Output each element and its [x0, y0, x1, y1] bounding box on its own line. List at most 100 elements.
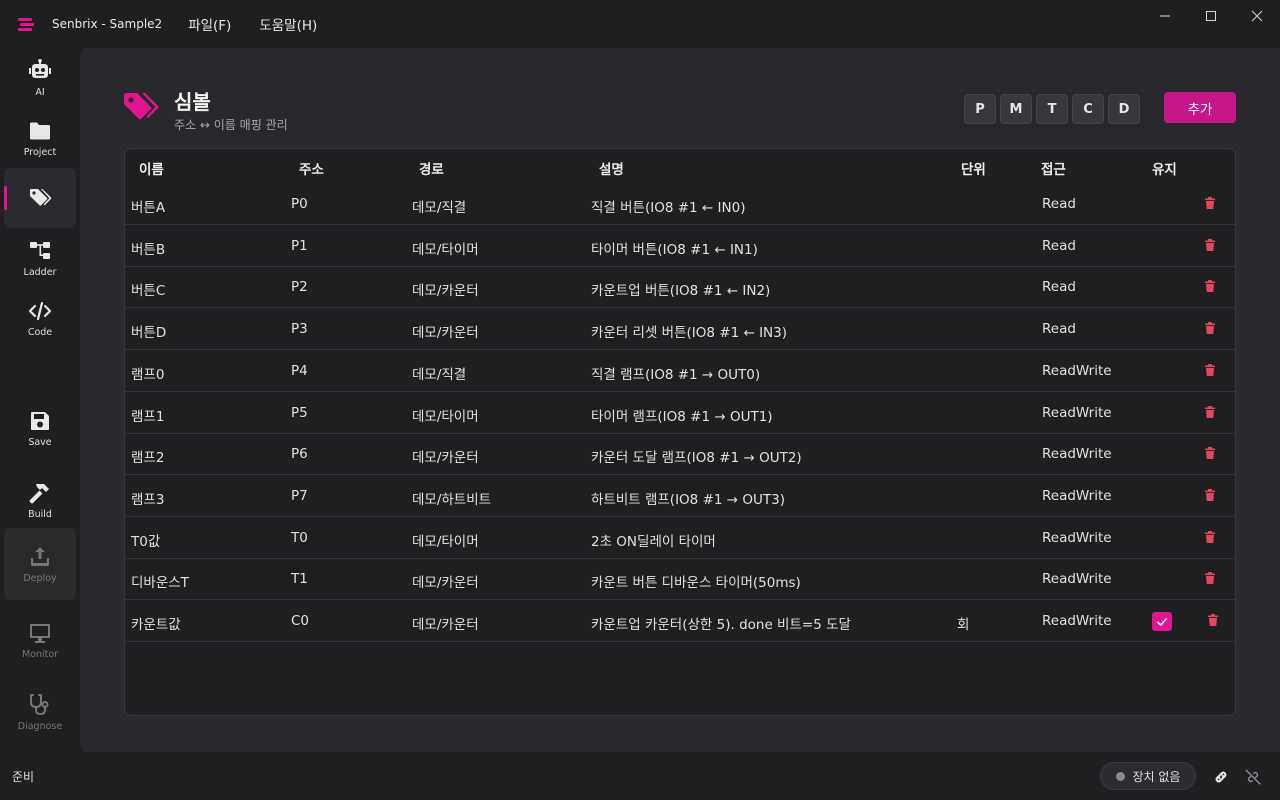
cell-description: 카운터 도달 램프(IO8 #1 → OUT2)	[591, 450, 802, 467]
table-row[interactable]: 버튼C P2 데모/카운터 카운트업 버튼(IO8 #1 ← IN2) Read	[125, 266, 1235, 309]
delete-row-button[interactable]	[1203, 571, 1217, 585]
cell-path: 데모/타이머	[412, 241, 479, 258]
cell-address: P6	[291, 446, 308, 463]
table-row[interactable]: 버튼D P3 데모/카운터 카운터 리셋 버튼(IO8 #1 ← IN3) Read	[125, 308, 1235, 351]
menu-file[interactable]: 파일(F)	[188, 14, 231, 34]
add-symbol-button[interactable]: 추가	[1164, 92, 1236, 123]
trash-icon	[1208, 614, 1218, 626]
sidebar-item-monitor[interactable]: Monitor	[4, 610, 76, 670]
main-panel: 심볼 주소 ↔ 이름 매핑 관리 P M T C D 추가 이름 주소 경로 설…	[80, 48, 1280, 752]
cell-access: ReadWrite	[1042, 529, 1112, 546]
sidebar-label: Ladder	[23, 266, 57, 278]
cell-address: P4	[291, 362, 308, 379]
cell-access: ReadWrite	[1042, 404, 1112, 421]
menu-help[interactable]: 도움말(H)	[259, 14, 317, 34]
minimize-button[interactable]	[1142, 0, 1188, 32]
sidebar-item-diagnose[interactable]: Diagnose	[4, 682, 76, 742]
cell-name: 버튼B	[131, 241, 166, 258]
filter-m-button[interactable]: M	[1000, 94, 1032, 124]
tags-icon	[124, 93, 159, 120]
status-text: 준비	[12, 770, 35, 784]
trash-icon	[1205, 488, 1215, 501]
link-icon[interactable]	[1212, 768, 1230, 786]
delete-row-button[interactable]	[1203, 530, 1217, 544]
column-header-retain[interactable]: 유지	[1152, 158, 1177, 178]
checkmark-icon	[1157, 617, 1167, 626]
filter-t-button[interactable]: T	[1036, 94, 1068, 124]
cell-address: P1	[291, 237, 308, 254]
sidebar-item-symbols[interactable]	[4, 168, 76, 228]
cell-name: 램프1	[131, 408, 165, 425]
table-row[interactable]: 램프3 P7 데모/하트비트 하트비트 램프(IO8 #1 → OUT3) ReadWr…	[125, 475, 1235, 517]
cell-path: 데모/카운터	[412, 325, 479, 342]
cell-access: ReadWrite	[1042, 362, 1112, 379]
maximize-button[interactable]	[1188, 0, 1234, 32]
delete-row-button[interactable]	[1206, 613, 1220, 627]
sidebar-item-deploy[interactable]: Deploy	[4, 528, 76, 600]
cell-address: P3	[291, 321, 308, 338]
page-title: 심볼	[174, 90, 211, 114]
delete-row-button[interactable]	[1203, 238, 1217, 252]
table-row[interactable]: 카운트값 C0 데모/카운터 카운트업 카운터(상한 5). done 비트=5 도달…	[125, 600, 1235, 642]
cell-address: P7	[291, 487, 308, 504]
delete-row-button[interactable]	[1203, 363, 1217, 377]
code-icon	[28, 301, 52, 320]
table-row[interactable]: T0값 T0 데모/타이머 2초 ON딜레이 타이머 ReadWrite	[125, 517, 1235, 559]
sidebar-label: Save	[28, 436, 52, 448]
cell-access: ReadWrite	[1042, 571, 1112, 588]
cell-name: T0값	[131, 533, 161, 550]
sidebar-label: Code	[27, 326, 53, 338]
retain-checkbox[interactable]	[1152, 612, 1172, 631]
filter-c-button[interactable]: C	[1072, 94, 1104, 124]
table-row[interactable]: 버튼B P1 데모/타이머 타이머 버튼(IO8 #1 ← IN1) Read	[125, 225, 1235, 267]
trash-icon	[1205, 197, 1215, 209]
sidebar-item-save[interactable]: Save	[4, 398, 76, 458]
cell-description: 2초 ON딜레이 타이머	[591, 533, 716, 550]
cell-description: 하트비트 램프(IO8 #1 → OUT3)	[591, 491, 785, 508]
unlink-icon[interactable]	[1244, 768, 1262, 786]
cell-name: 카운트값	[131, 617, 181, 633]
ladder-icon	[30, 241, 50, 259]
table-row[interactable]: 램프1 P5 데모/타이머 타이머 램프(IO8 #1 → OUT1) ReadWrit…	[125, 392, 1235, 434]
cell-path: 데모/카운터	[412, 450, 479, 467]
sidebar-item-project[interactable]: Project	[4, 108, 76, 168]
column-header-unit[interactable]: 단위	[961, 158, 986, 178]
table-row[interactable]: 버튼A P0 데모/직결 직결 버튼(IO8 #1 ← IN0) Read	[125, 183, 1235, 225]
column-header-path[interactable]: 경로	[419, 158, 444, 178]
cell-access: Read	[1042, 237, 1076, 254]
cell-address: T1	[291, 571, 308, 588]
delete-row-button[interactable]	[1203, 196, 1217, 210]
cell-name: 버튼A	[131, 200, 166, 216]
column-header-description[interactable]: 설명	[599, 158, 624, 178]
table-row[interactable]: 램프2 P6 데모/카운터 카운터 도달 램프(IO8 #1 → OUT2) ReadW…	[125, 433, 1235, 476]
column-header-address[interactable]: 주소	[299, 158, 324, 178]
cell-name: 디바운스T	[131, 575, 189, 592]
filter-d-button[interactable]: D	[1108, 94, 1140, 124]
folder-icon	[30, 122, 50, 139]
trash-icon	[1205, 530, 1215, 543]
column-header-name[interactable]: 이름	[139, 158, 164, 178]
sidebar-item-build[interactable]: Build	[4, 470, 76, 530]
delete-row-button[interactable]	[1203, 405, 1217, 419]
title-bar: Senbrix - Sample2 파일(F) 도움말(H)	[0, 0, 1280, 48]
cell-description: 직결 램프(IO8 #1 → OUT0)	[591, 366, 761, 383]
sidebar-item-code[interactable]: Code	[4, 288, 76, 348]
sidebar-item-ladder[interactable]: Ladder	[4, 228, 76, 288]
cell-path: 데모/하트비트	[412, 491, 492, 508]
table-row[interactable]: 램프0 P4 데모/직결 직결 램프(IO8 #1 → OUT0) ReadWrite	[125, 350, 1235, 392]
filter-p-button[interactable]: P	[964, 94, 996, 124]
sidebar-item-ai[interactable]: AI	[4, 48, 76, 108]
device-status-badge[interactable]: 장치 없음	[1100, 762, 1196, 790]
delete-row-button[interactable]	[1203, 279, 1217, 293]
column-header-access[interactable]: 접근	[1041, 158, 1066, 178]
hammer-icon	[29, 483, 49, 503]
tags-icon	[30, 189, 52, 206]
maximize-icon	[1206, 11, 1216, 21]
cell-path: 데모/직결	[412, 200, 467, 216]
delete-row-button[interactable]	[1203, 446, 1217, 460]
close-button[interactable]	[1234, 0, 1280, 32]
table-row[interactable]: 디바운스T T1 데모/카운터 카운트 버튼 디바운스 타이머(50ms) ReadWr…	[125, 558, 1235, 601]
delete-row-button[interactable]	[1203, 321, 1217, 335]
address-filter-group: P M T C D	[964, 94, 1140, 124]
delete-row-button[interactable]	[1203, 488, 1217, 502]
